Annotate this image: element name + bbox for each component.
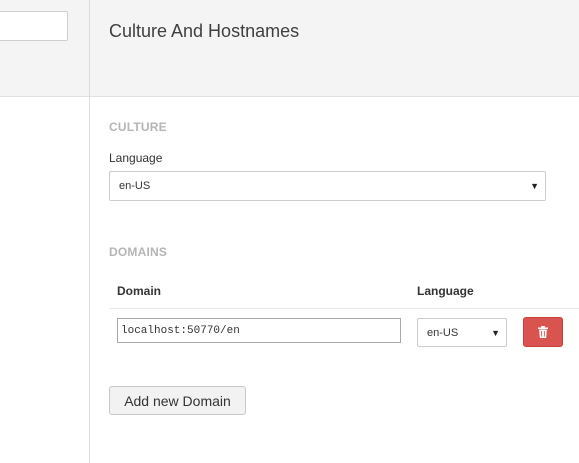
tree-header (0, 0, 89, 97)
language-column-header: Language (417, 284, 474, 298)
domain-language-select[interactable]: en-US ▼ (417, 318, 507, 347)
dialog-title: Culture And Hostnames (109, 21, 300, 41)
domain-input[interactable] (117, 318, 401, 343)
domain-language-value: en-US (427, 326, 459, 339)
caret-down-icon: ▼ (530, 181, 539, 191)
table-header-divider (110, 308, 579, 309)
delete-domain-button[interactable] (523, 317, 563, 347)
culture-language-select[interactable]: en-US ▼ (109, 171, 546, 201)
tree-panel (0, 97, 89, 463)
tree-search-input[interactable] (0, 11, 68, 41)
culture-section-title: CULTURE (109, 120, 167, 134)
domain-column-header: Domain (117, 284, 162, 298)
caret-down-icon: ▼ (491, 327, 500, 338)
trash-icon (538, 326, 548, 338)
dialog-header: Culture And Hostnames (90, 0, 579, 97)
culture-language-label: Language (109, 151, 163, 165)
domains-section-title: DOMAINS (109, 245, 168, 259)
culture-language-value: en-US (119, 180, 151, 192)
add-new-domain-button[interactable]: Add new Domain (109, 386, 246, 415)
